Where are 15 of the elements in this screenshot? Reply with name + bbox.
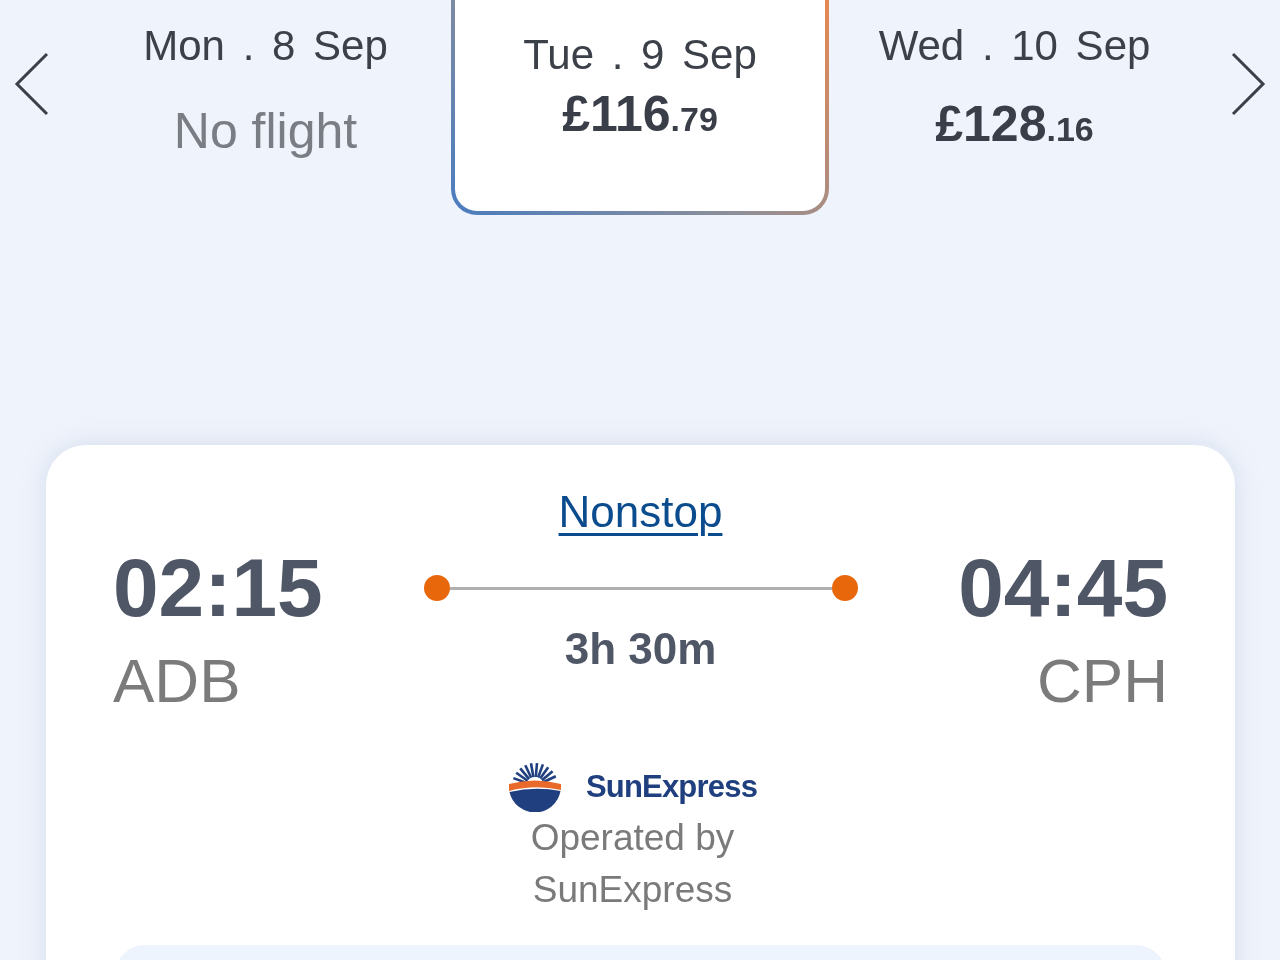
departure-airport: ADB [113,647,241,715]
arrival-airport: CPH [1037,647,1168,715]
date-tab[interactable]: Mon . 8 Sep No flight [143,21,388,161]
nonstop-link[interactable]: Nonstop [558,485,723,538]
chevron-left-icon[interactable] [14,52,50,116]
arrival-time: 04:45 [958,547,1168,629]
airline-wordmark: SunExpress [585,769,758,805]
date-tab[interactable]: Wed . 10 Sep £128.16 [878,21,1151,159]
operated-by-text: Operated by SunExpress [529,816,736,912]
flight-duration: 3h 30m [564,623,717,675]
endpoint-dot-icon [423,575,450,601]
departure-time: 02:15 [113,547,323,629]
chevron-right-icon[interactable] [1230,52,1266,116]
sun-logo-icon [507,762,562,812]
endpoint-dot-icon [831,575,858,601]
